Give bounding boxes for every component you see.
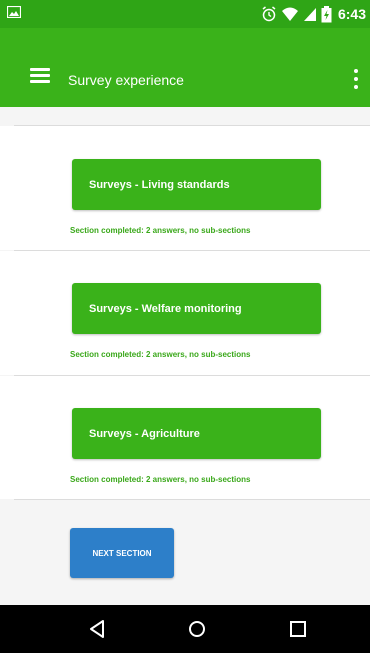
image-notification-icon <box>7 6 21 18</box>
section-card-agriculture: Surveys - Agriculture Section completed:… <box>0 376 370 499</box>
section-card-welfare-monitoring: Surveys - Welfare monitoring Section com… <box>0 251 370 375</box>
section-button-living-standards[interactable]: Surveys - Living standards <box>72 159 321 210</box>
recents-icon[interactable] <box>285 617 311 641</box>
section-card-living-standards: Surveys - Living standards Section compl… <box>0 126 370 250</box>
section-list: Surveys - Living standards Section compl… <box>0 107 370 605</box>
alarm-icon <box>262 6 276 22</box>
section-button-agriculture[interactable]: Surveys - Agriculture <box>72 408 321 459</box>
section-status-agriculture: Section completed: 2 answers, no sub-sec… <box>70 475 251 484</box>
divider <box>14 499 370 500</box>
section-button-welfare-monitoring[interactable]: Surveys - Welfare monitoring <box>72 283 321 334</box>
hamburger-menu-icon[interactable] <box>30 68 50 84</box>
toolbar-title: Survey experience <box>68 72 184 88</box>
wifi-icon <box>281 7 298 21</box>
more-vert-icon[interactable] <box>348 68 364 90</box>
status-bar: 6:43 <box>0 0 370 28</box>
system-nav-bar <box>0 605 370 653</box>
app-toolbar: Survey experience <box>0 28 370 107</box>
signal-icon <box>303 8 316 21</box>
section-status-welfare-monitoring: Section completed: 2 answers, no sub-sec… <box>70 350 251 359</box>
next-section-button[interactable]: NEXT SECTION <box>70 528 174 578</box>
home-icon[interactable] <box>184 617 210 641</box>
status-icons: 6:43 <box>261 4 366 24</box>
battery-icon <box>321 5 332 22</box>
section-status-living-standards: Section completed: 2 answers, no sub-sec… <box>70 226 251 235</box>
status-time: 6:43 <box>337 6 366 22</box>
back-icon[interactable] <box>84 617 110 641</box>
